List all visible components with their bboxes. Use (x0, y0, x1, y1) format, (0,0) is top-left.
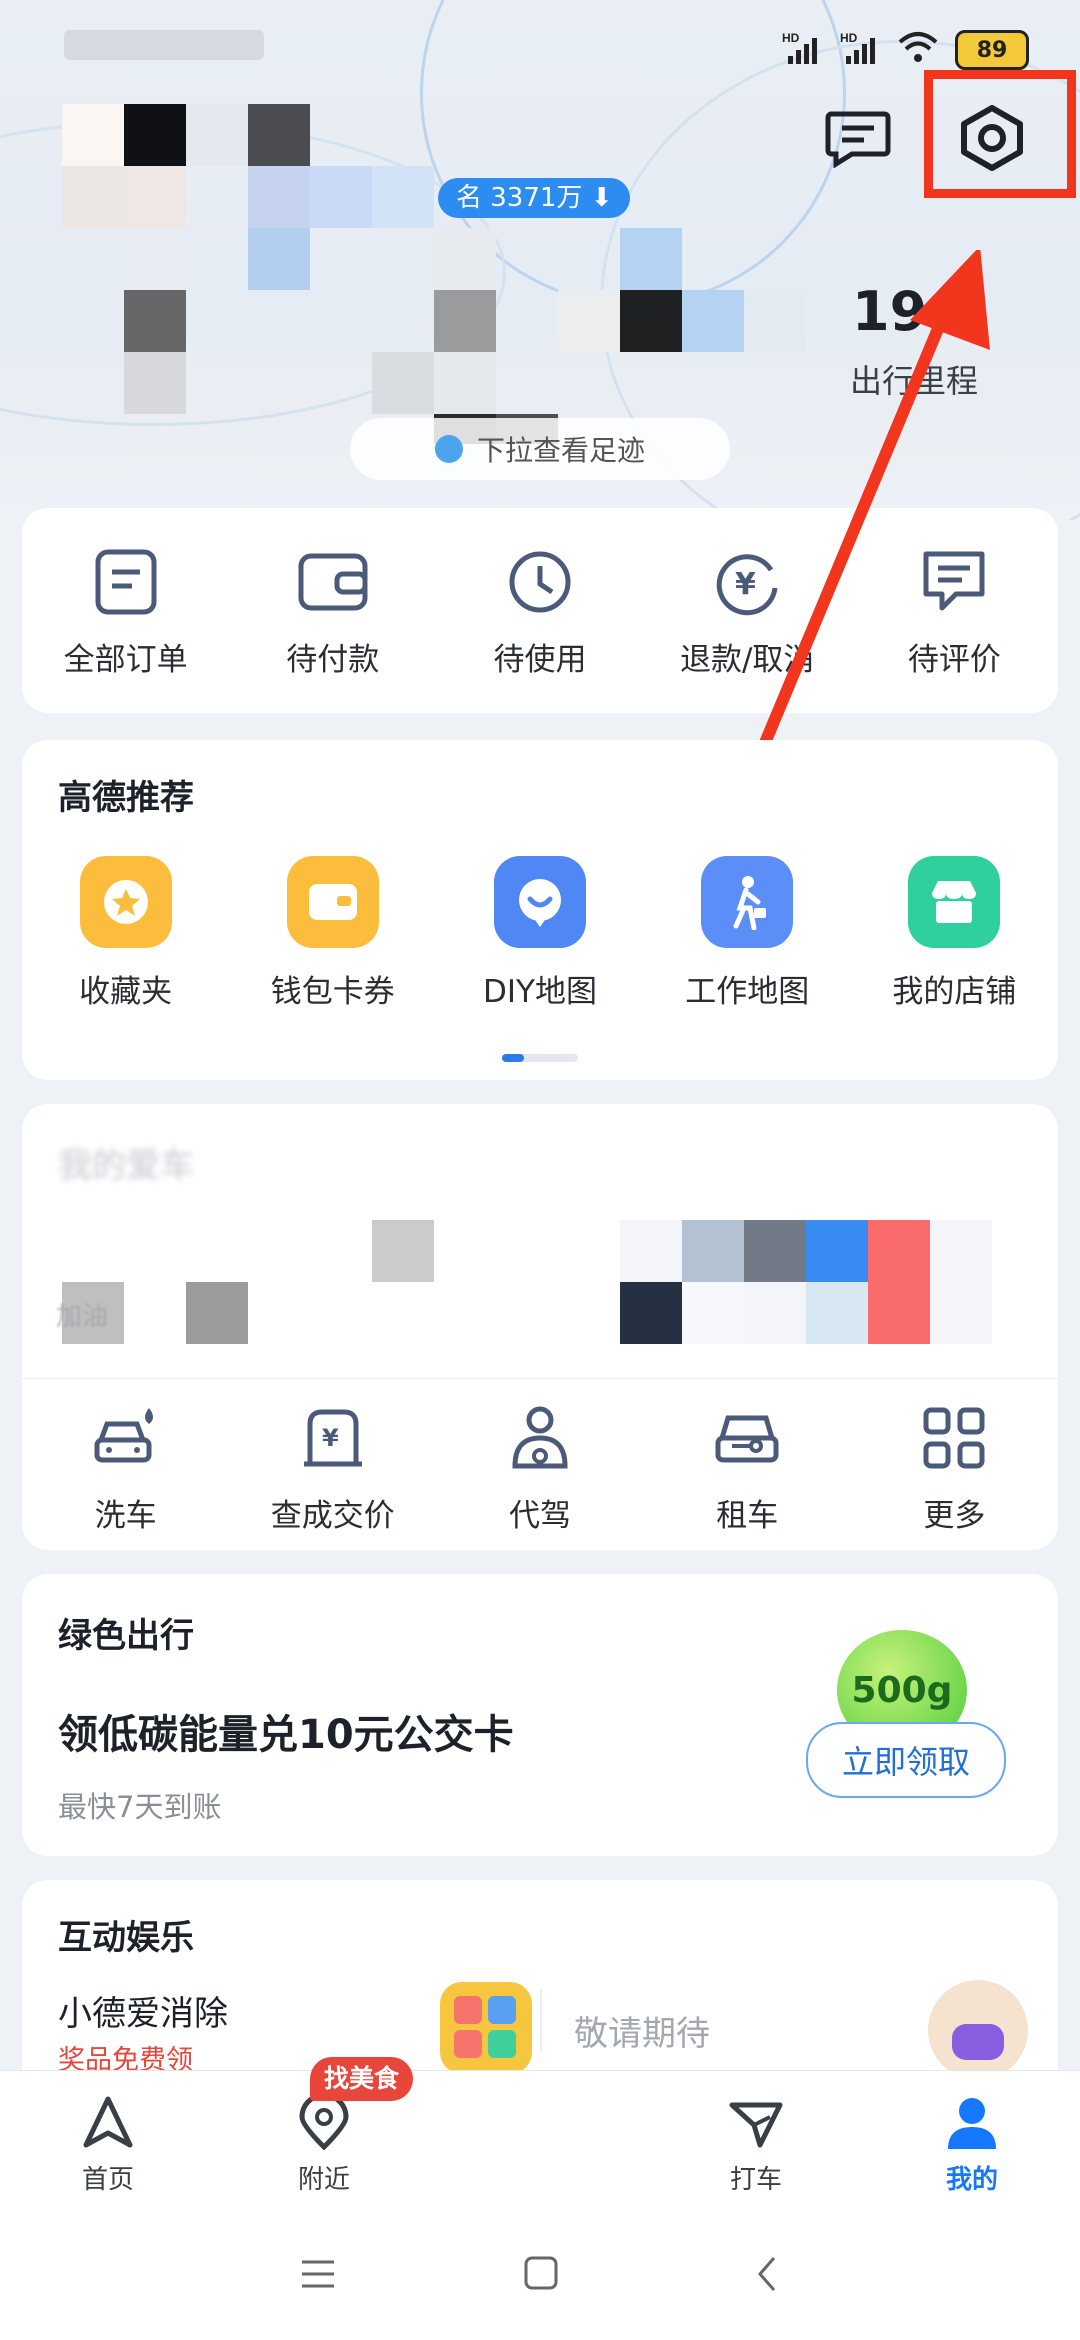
car-title-blurred: 我的爱车 (58, 1146, 194, 1186)
home-square-icon[interactable] (522, 2254, 562, 2294)
game-icon (440, 1982, 532, 2074)
divider (540, 1990, 542, 2052)
signal-icon: HD HD (782, 31, 875, 64)
entertainment-card: 互动娱乐 小德爱消除 奖品免费领 敬请期待 (22, 1880, 1058, 2100)
energy-badge-label: 500g (851, 1669, 953, 1711)
car-driver[interactable]: 代驾 (436, 1404, 643, 1535)
car-wash-label: 洗车 (94, 1498, 157, 1534)
bottom-nav: 首页 附近 找美食 打车 我的 (0, 2057, 1080, 2211)
message-icon (825, 111, 891, 169)
wallet-icon (298, 553, 368, 611)
coming-soon: 敬请期待 (574, 2014, 710, 2054)
status-bar: HD HD 89 (0, 0, 1080, 90)
wifi-icon (898, 32, 938, 62)
recommend-diy-map-label: DIY地图 (483, 974, 597, 1010)
nav-nearby[interactable]: 附近 (244, 2095, 404, 2196)
nav-home[interactable]: 首页 (28, 2095, 188, 2196)
car-price-icon: ¥ (303, 1409, 362, 1467)
order-all-label: 全部订单 (63, 642, 188, 678)
green-headline: 领低碳能量兑10元公交卡 (58, 1712, 514, 1758)
nav-mine-label: 我的 (945, 2165, 998, 2195)
svg-text:¥: ¥ (322, 1424, 339, 1452)
order-all[interactable]: 全部订单 (22, 548, 229, 679)
recommend-shop-label: 我的店铺 (892, 974, 1017, 1010)
user-icon (948, 2098, 996, 2149)
recommend-wallet[interactable]: 钱包卡券 (229, 856, 436, 1011)
order-to-use-label: 待使用 (493, 642, 587, 678)
entertainment-title: 互动娱乐 (58, 1918, 194, 1958)
recommend-work-map[interactable]: 工作地图 (644, 856, 851, 1011)
taxi-icon (729, 2102, 783, 2148)
game-title: 小德爱消除 (58, 1994, 228, 2034)
car-card: 我的爱车 加油 洗车 ¥ 查成交价 代驾 租车 (22, 1104, 1058, 1550)
game-controller-icon (928, 1980, 1028, 2080)
recommend-favorites[interactable]: 收藏夹 (22, 856, 229, 1011)
settings-button[interactable] (956, 104, 1028, 172)
car-wash-icon (94, 1408, 153, 1463)
star-icon (79, 856, 172, 948)
clock-icon (509, 551, 571, 613)
driver-icon (512, 1406, 568, 1469)
system-nav-bar (0, 2210, 1080, 2340)
time-text-blurred (64, 30, 264, 60)
footprint-icon (434, 435, 463, 463)
divider (22, 1378, 1058, 1379)
car-more[interactable]: 更多 (851, 1404, 1058, 1535)
svg-text:HD: HD (782, 31, 800, 45)
annotation-arrow (756, 250, 990, 756)
menu-icon[interactable] (298, 2256, 338, 2292)
nav-home-label: 首页 (81, 2165, 134, 2195)
page-indicator (502, 1054, 578, 1062)
order-pending-pay[interactable]: 待付款 (229, 548, 436, 679)
recommend-favorites-label: 收藏夹 (79, 974, 173, 1010)
car-rental-label: 租车 (716, 1498, 779, 1534)
shop-icon (908, 856, 1001, 948)
pull-down-hint[interactable]: 下拉查看足迹 (350, 418, 730, 480)
car-rental-icon (715, 1415, 779, 1463)
grid-more-icon (923, 1407, 985, 1469)
order-list-icon (95, 549, 157, 615)
recommend-title: 高德推荐 (58, 778, 194, 818)
car-price-label: 查成交价 (270, 1498, 395, 1534)
green-sub: 最快7天到账 (58, 1790, 222, 1824)
recommend-wallet-label: 钱包卡券 (270, 974, 395, 1010)
car-price[interactable]: ¥ 查成交价 (229, 1404, 436, 1535)
recommend-shop[interactable]: 我的店铺 (851, 856, 1058, 1011)
order-pending-pay-label: 待付款 (286, 642, 380, 678)
green-travel-title: 绿色出行 (58, 1616, 194, 1656)
navigate-icon (83, 2096, 133, 2148)
order-to-use[interactable]: 待使用 (436, 548, 643, 679)
game-entry[interactable]: 小德爱消除 奖品免费领 (58, 1982, 538, 2076)
nav-taxi-label: 打车 (729, 2165, 782, 2195)
car-driver-label: 代驾 (509, 1498, 571, 1534)
nearby-badge: 找美食 (310, 2057, 414, 2101)
nav-mine[interactable]: 我的 (892, 2095, 1052, 2196)
recommend-diy-map[interactable]: DIY地图 (436, 856, 643, 1011)
car-rental[interactable]: 租车 (644, 1404, 851, 1535)
recommend-work-map-label: 工作地图 (685, 974, 810, 1010)
car-more-label: 更多 (923, 1498, 986, 1534)
nav-taxi[interactable]: 打车 (676, 2095, 836, 2196)
nav-nearby-label: 附近 (297, 2165, 350, 2195)
green-travel-card[interactable]: 绿色出行 领低碳能量兑10元公交卡 最快7天到账 500g 立即领取 (22, 1574, 1058, 1856)
car-wash[interactable]: 洗车 (22, 1404, 229, 1535)
location-icon (299, 2095, 349, 2151)
back-icon[interactable] (752, 2254, 782, 2294)
settings-gear-icon (961, 105, 1023, 171)
rank-badge[interactable]: 名 3371万 ⬇ (438, 178, 631, 218)
claim-button[interactable]: 立即领取 (806, 1722, 1006, 1798)
recommend-card: 高德推荐 收藏夹 钱包卡券 DIY地图 工作地图 我的店铺 (22, 740, 1058, 1080)
wallet-card-icon (286, 856, 379, 948)
svg-text:HD: HD (840, 31, 858, 45)
diy-map-icon (494, 856, 586, 948)
pull-hint-label: 下拉查看足迹 (476, 434, 645, 467)
battery-icon: 89 (955, 30, 1029, 70)
message-button[interactable] (822, 108, 894, 169)
work-map-icon (701, 856, 794, 948)
